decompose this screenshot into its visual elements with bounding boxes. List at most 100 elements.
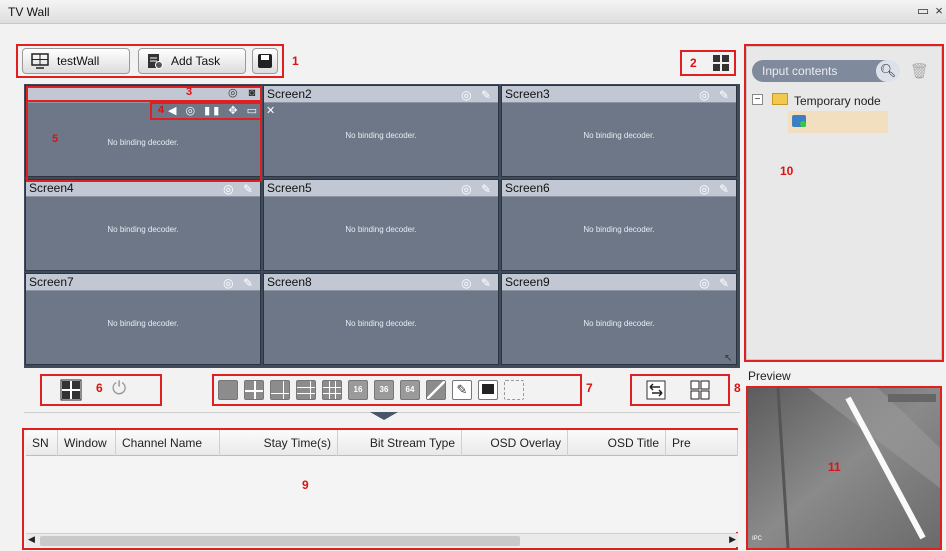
collapse-arrow-icon[interactable]: [370, 412, 398, 420]
add-window-icon[interactable]: [504, 380, 524, 400]
screen-header[interactable]: Screen2 ◎ ✎: [264, 86, 498, 103]
annotation-label-9: 9: [302, 478, 309, 492]
screen-header[interactable]: Screen5 ◎ ✎: [264, 180, 498, 197]
screen-header[interactable]: Screen3 ◎ ✎: [502, 86, 736, 103]
folder-icon: [772, 93, 788, 105]
layout-36-button[interactable]: 36: [374, 380, 394, 400]
column-header[interactable]: OSD Title: [568, 430, 666, 456]
column-header[interactable]: Channel Name: [116, 430, 220, 456]
screen-message: No binding decoder.: [107, 138, 179, 148]
screen-message: No binding decoder.: [107, 319, 179, 328]
annotation-box-8: [630, 374, 730, 406]
layout-8-button[interactable]: [296, 380, 316, 400]
clear-wall-icon[interactable]: ✎: [452, 380, 472, 400]
annotation-label-1: 1: [292, 54, 299, 68]
preview-label: Preview: [748, 369, 791, 383]
layout-6-button[interactable]: [270, 380, 290, 400]
screen-9[interactable]: Screen9 ◎ ✎ No binding decoder.: [501, 273, 737, 365]
screen-message: No binding decoder.: [345, 319, 417, 328]
screen-header-icons[interactable]: ◎ ✎: [699, 275, 732, 292]
layout-9-button[interactable]: [322, 380, 342, 400]
screen-message: No binding decoder.: [583, 225, 655, 234]
scrollbar-thumb[interactable]: [40, 536, 520, 546]
save-button[interactable]: [252, 48, 278, 74]
task-table-body: [26, 456, 738, 532]
annotation-label-7: 7: [586, 381, 593, 395]
screen-6[interactable]: Screen6 ◎ ✎ No binding decoder.: [501, 179, 737, 271]
screen-header[interactable]: Screen4 ◎ ✎: [26, 180, 260, 197]
column-header[interactable]: OSD Overlay: [462, 430, 568, 456]
horizontal-scrollbar[interactable]: ◀ ▶: [26, 533, 738, 547]
window-title: TV Wall: [8, 5, 50, 19]
screen-header[interactable]: Screen6 ◎ ✎: [502, 180, 736, 197]
layout-4-button[interactable]: [244, 380, 264, 400]
screen-name: Screen8: [267, 275, 312, 289]
screen-header-icons[interactable]: ◎ ✎: [461, 181, 494, 198]
column-header[interactable]: Stay Time(s): [220, 430, 338, 456]
screen-header-icons[interactable]: ◎ ✎: [223, 181, 256, 198]
screen-header-icons[interactable]: ◎ ✎: [461, 87, 494, 104]
scroll-right-icon[interactable]: ▶: [729, 534, 736, 545]
wall-select-button[interactable]: testWall: [22, 48, 130, 74]
screen-3[interactable]: Screen3 ◎ ✎ No binding decoder.: [501, 85, 737, 177]
screen-7[interactable]: Screen7 ◎ ✎ No binding decoder.: [25, 273, 261, 365]
scroll-left-icon[interactable]: ◀: [28, 534, 35, 545]
column-header[interactable]: SN: [26, 430, 58, 456]
fullscreen-icon[interactable]: [478, 380, 498, 400]
screen-header[interactable]: Screen7 ◎ ✎: [26, 274, 260, 291]
screen-1[interactable]: No binding decoder.: [25, 85, 261, 177]
screen-header-icons[interactable]: ◎ ✎: [699, 181, 732, 198]
annotation-label-10: 10: [780, 164, 794, 178]
trash-icon[interactable]: 🗑︎: [910, 62, 929, 80]
online-status-icon: [800, 121, 806, 127]
screen-name: Screen5: [267, 181, 312, 195]
select-all-icon[interactable]: [690, 380, 710, 400]
annotation-label-6: 6: [96, 381, 103, 395]
screen-name: Screen4: [29, 181, 74, 195]
screen-8[interactable]: Screen8 ◎ ✎ No binding decoder.: [263, 273, 499, 365]
annotation-label-2: 2: [690, 56, 697, 70]
screen-4[interactable]: Screen4 ◎ ✎ No binding decoder.: [25, 179, 261, 271]
split-screen-icon[interactable]: [60, 379, 82, 401]
annotation-label-4: 4: [158, 104, 165, 116]
screen-grid: No binding decoder. Screen2 ◎ ✎ No binding …: [24, 84, 740, 368]
screen-name: Screen9: [505, 275, 550, 289]
tree-node-label[interactable]: Temporary node: [794, 94, 881, 108]
layout-64-button[interactable]: 64: [400, 380, 420, 400]
screen-header[interactable]: [26, 86, 260, 103]
layout-16-button[interactable]: 16: [348, 380, 368, 400]
resize-corner-icon[interactable]: ↖: [724, 353, 732, 364]
screen-message: No binding decoder.: [345, 225, 417, 234]
annotation-label-11: 11: [828, 460, 841, 474]
preview-overlay-text: IPC: [752, 536, 763, 542]
screen-header-icons[interactable]: ◎ ✎: [223, 275, 256, 292]
screen-header[interactable]: Screen9 ◎ ✎: [502, 274, 736, 291]
column-header[interactable]: Window: [58, 430, 116, 456]
power-icon[interactable]: ⏻: [112, 378, 126, 399]
screen-2[interactable]: Screen2 ◎ ✎ No binding decoder.: [263, 85, 499, 177]
screen-header-icons[interactable]: ◎ ✎: [461, 275, 494, 292]
swap-icon[interactable]: [646, 380, 666, 400]
annotation-label-5: 5: [52, 133, 59, 145]
column-header[interactable]: Pre: [666, 430, 738, 456]
preview-video[interactable]: IPC: [748, 388, 940, 548]
preview-image: [748, 388, 940, 548]
tree-collapse-icon[interactable]: −: [752, 94, 763, 105]
maximize-icon[interactable]: ▭: [916, 4, 930, 18]
tree-selected-child[interactable]: [788, 111, 888, 133]
grid-layout-icon[interactable]: [712, 54, 730, 72]
column-header[interactable]: Bit Stream Type: [338, 430, 462, 456]
layout-1-button[interactable]: [218, 380, 238, 400]
search-icon[interactable]: 🔍︎: [876, 60, 900, 82]
screen1-header-icons[interactable]: ◎ ◙: [228, 86, 259, 99]
screen-5[interactable]: Screen5 ◎ ✎ No binding decoder.: [263, 179, 499, 271]
task-table-header: SN Window Channel Name Stay Time(s) Bit Stre…: [26, 430, 738, 456]
screen-header[interactable]: Screen8 ◎ ✎: [264, 274, 498, 291]
wall-label: testWall: [57, 54, 100, 68]
screen-message: No binding decoder.: [583, 319, 655, 328]
window-control-icons[interactable]: ◀ ◎ ▮▮ ✥ ▭ ✕: [168, 104, 278, 117]
close-icon[interactable]: ×: [932, 4, 946, 18]
add-task-button[interactable]: Add Task: [138, 48, 246, 74]
screen-header-icons[interactable]: ◎ ✎: [699, 87, 732, 104]
custom-layout-button[interactable]: [426, 380, 446, 400]
